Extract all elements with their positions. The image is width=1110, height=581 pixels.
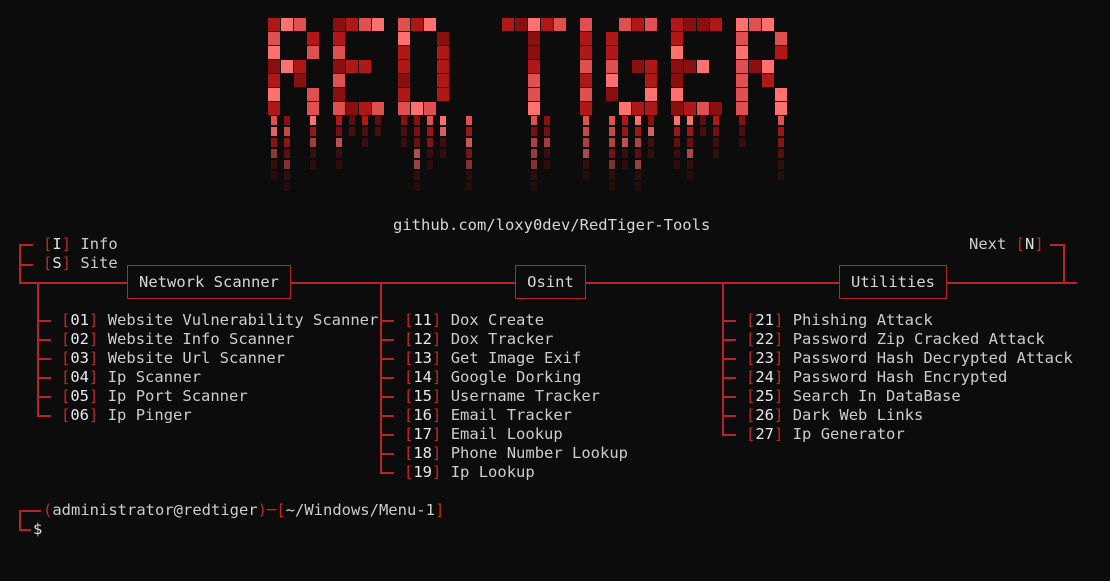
menu-option-24[interactable]: [24] Password Hash Encrypted: [746, 368, 1007, 387]
tree-connector: [722, 320, 736, 322]
tree-connector: [380, 396, 394, 398]
tree-connector: [380, 320, 394, 322]
tree-connector: [722, 396, 736, 398]
menu-option-02[interactable]: [02] Website Info Scanner: [61, 330, 294, 349]
tree-connector: [37, 415, 51, 417]
menu-option-05[interactable]: [05] Ip Port Scanner: [61, 387, 248, 406]
menu-option-18[interactable]: [18] Phone Number Lookup: [404, 444, 628, 463]
shell-prompt-line: (administrator@redtiger)─[~/Windows/Menu…: [43, 501, 445, 519]
tree-connector: [19, 529, 31, 531]
menu-option-12[interactable]: [12] Dox Tracker: [404, 330, 553, 349]
menu-option-23[interactable]: [23] Password Hash Decrypted Attack: [746, 349, 1073, 368]
tree-connector: [380, 472, 394, 474]
tree-connector: [19, 244, 33, 246]
menu-option-03[interactable]: [03] Website Url Scanner: [61, 349, 285, 368]
tree-connector: [380, 358, 394, 360]
tree-connector: [722, 434, 736, 436]
menu-option-17[interactable]: [17] Email Lookup: [404, 425, 563, 444]
tree-connector: [1063, 244, 1065, 282]
tree-connector: [722, 377, 736, 379]
tree-connector: [37, 358, 51, 360]
menu-option-25[interactable]: [25] Search In DataBase: [746, 387, 961, 406]
section-header-network-scanner: Network Scanner: [127, 265, 291, 299]
tree-connector: [380, 339, 394, 341]
tree-connector: [37, 396, 51, 398]
tree-connector: [722, 415, 736, 417]
menu-option-next[interactable]: Next [N]: [969, 235, 1044, 253]
menu-option-19[interactable]: [19] Ip Lookup: [404, 463, 535, 482]
menu-option-16[interactable]: [16] Email Tracker: [404, 406, 572, 425]
tree-connector: [380, 377, 394, 379]
tree-connector: [37, 320, 51, 322]
menu-option-site[interactable]: [S] Site: [43, 254, 118, 272]
menu-option-info[interactable]: [I] Info: [43, 235, 118, 253]
tree-connector: [380, 415, 394, 417]
tree-connector: [19, 264, 33, 266]
prompt-symbol[interactable]: $: [33, 520, 42, 538]
menu-option-22[interactable]: [22] Password Zip Cracked Attack: [746, 330, 1045, 349]
tree-connector: [1050, 244, 1064, 246]
tree-connector: [380, 453, 394, 455]
github-url: github.com/loxy0dev/RedTiger-Tools: [393, 216, 711, 234]
tree-connector: [722, 358, 736, 360]
red-tiger-banner-logo: [268, 18, 787, 191]
menu-option-14[interactable]: [14] Google Dorking: [404, 368, 581, 387]
menu-option-11[interactable]: [11] Dox Create: [404, 311, 544, 330]
menu-option-06[interactable]: [06] Ip Pinger: [61, 406, 192, 425]
tree-connector: [19, 510, 21, 530]
menu-option-26[interactable]: [26] Dark Web Links: [746, 406, 923, 425]
menu-option-27[interactable]: [27] Ip Generator: [746, 425, 905, 444]
menu-option-21[interactable]: [21] Phishing Attack: [746, 311, 933, 330]
menu-option-04[interactable]: [04] Ip Scanner: [61, 368, 201, 387]
menu-option-15[interactable]: [15] Username Tracker: [404, 387, 600, 406]
tree-connector: [19, 510, 41, 512]
tree-connector: [19, 244, 21, 282]
section-header-osint: Osint: [515, 265, 586, 299]
tree-connector: [37, 377, 51, 379]
tree-connector: [722, 339, 736, 341]
tree-connector: [37, 339, 51, 341]
tree-connector: [380, 434, 394, 436]
menu-option-13[interactable]: [13] Get Image Exif: [404, 349, 581, 368]
section-header-utilities: Utilities: [839, 265, 947, 299]
menu-option-01[interactable]: [01] Website Vulnerability Scanner: [61, 311, 378, 330]
